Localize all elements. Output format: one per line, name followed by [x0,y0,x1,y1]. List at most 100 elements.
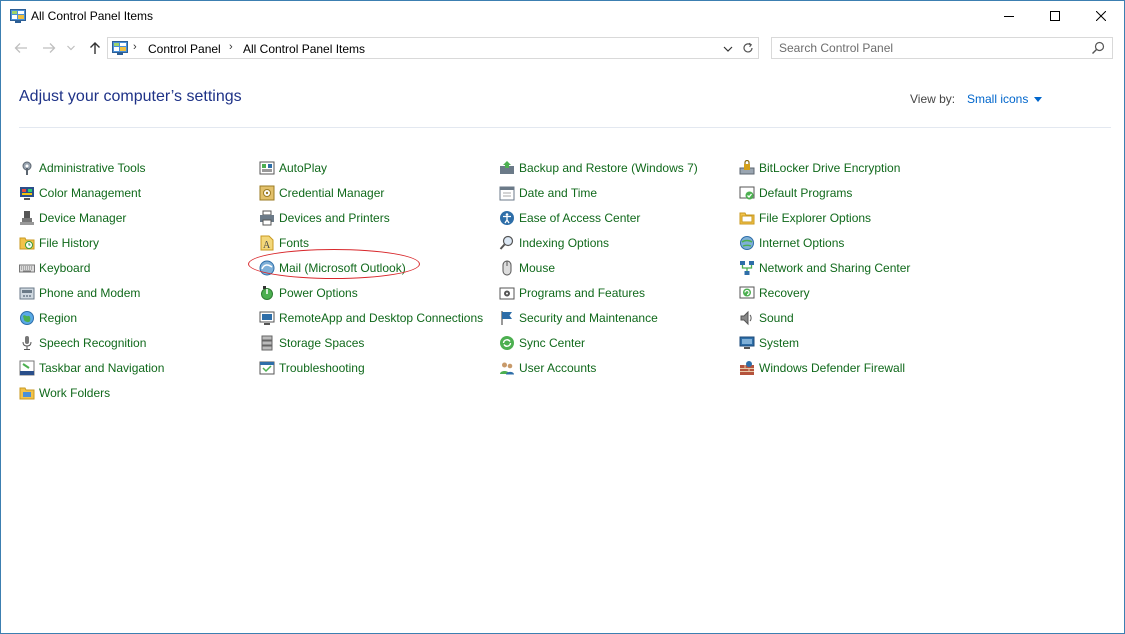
header-divider [19,127,1111,128]
user-accounts-icon [500,362,514,374]
microphone-icon [22,335,32,350]
control-panel-window: All Control Panel Items › Control Panel … [0,0,1125,634]
item-power-options[interactable]: Power Options [259,280,499,305]
search-input[interactable] [772,38,1089,58]
title-bar[interactable]: All Control Panel Items [1,1,1124,31]
file-history-icon [19,237,35,249]
item-troubleshooting[interactable]: Troubleshooting [259,355,499,380]
breadcrumb-control-panel[interactable]: Control Panel [148,42,221,56]
maximize-button[interactable] [1032,1,1078,31]
item-region[interactable]: Region [19,305,259,330]
item-recovery[interactable]: Recovery [739,280,979,305]
item-user-accounts[interactable]: User Accounts [499,355,739,380]
item-windows-defender-firewall[interactable]: Windows Defender Firewall [739,355,979,380]
flag-icon [501,310,512,325]
page-title: Adjust your computer’s settings [19,88,242,105]
firewall-icon [740,360,754,375]
item-sound[interactable]: Sound [739,305,979,330]
item-autoplay[interactable]: AutoPlay [259,155,499,180]
search-box[interactable] [771,37,1113,59]
item-bitlocker-drive-encryption[interactable]: BitLocker Drive Encryption [739,155,979,180]
taskbar-icon [19,360,35,375]
back-arrow-icon [14,43,27,53]
item-keyboard[interactable]: Keyboard [19,255,259,280]
backup-restore-icon [500,160,514,174]
item-storage-spaces[interactable]: Storage Spaces [259,330,499,355]
close-button[interactable] [1078,1,1124,31]
address-dropdown-icon[interactable] [721,42,735,56]
item-security-and-maintenance[interactable]: Security and Maintenance [499,305,739,330]
item-ease-of-access-center[interactable]: Ease of Access Center [499,205,739,230]
internet-options-icon [740,235,754,250]
forward-button[interactable] [40,39,58,57]
fonts-icon: A [260,235,274,251]
recent-locations-button[interactable] [64,39,78,57]
date-time-icon [499,186,515,200]
item-mail-microsoft-outlook[interactable]: Mail (Microsoft Outlook) [259,255,499,280]
breadcrumb-separator-icon[interactable]: › [229,41,233,53]
system-icon [739,336,755,349]
item-phone-and-modem[interactable]: Phone and Modem [19,280,259,305]
address-bar[interactable]: › Control Panel › All Control Panel Item… [107,37,759,59]
search-icon[interactable] [1091,41,1105,55]
mouse-icon [502,260,512,275]
keyboard-icon [19,264,35,272]
control-panel-icon [112,41,128,55]
back-button[interactable] [12,39,30,57]
item-color-management[interactable]: Color Management [19,180,259,205]
item-programs-and-features[interactable]: Programs and Features [499,280,739,305]
minimize-icon [1004,16,1014,17]
item-network-and-sharing-center[interactable]: Network and Sharing Center [739,255,979,280]
recovery-icon [739,286,755,298]
svg-text:A: A [263,240,271,251]
items-column-1: Administrative Tools Color Management De… [19,155,259,405]
minimize-button[interactable] [986,1,1032,31]
item-taskbar-and-navigation[interactable]: Taskbar and Navigation [19,355,259,380]
item-credential-manager[interactable]: Credential Manager [259,180,499,205]
up-button[interactable] [86,39,104,57]
items-column-3: Backup and Restore (Windows 7) Date and … [499,155,739,380]
refresh-button[interactable] [737,37,759,59]
sync-center-icon [500,335,514,350]
item-mouse[interactable]: Mouse [499,255,739,280]
speaker-icon [740,310,752,325]
item-default-programs[interactable]: Default Programs [739,180,979,205]
forward-arrow-icon [43,43,56,53]
item-sync-center[interactable]: Sync Center [499,330,739,355]
item-device-manager[interactable]: Device Manager [19,205,259,230]
item-backup-and-restore[interactable]: Backup and Restore (Windows 7) [499,155,739,180]
item-work-folders[interactable]: Work Folders [19,380,259,405]
item-administrative-tools[interactable]: Administrative Tools [19,155,259,180]
item-remoteapp-and-desktop-connections[interactable]: RemoteApp and Desktop Connections [259,305,499,330]
indexing-options-icon [499,235,514,250]
chevron-down-icon [67,45,75,51]
breadcrumb-separator-icon[interactable]: › [133,41,137,53]
maximize-icon [1050,11,1060,21]
item-internet-options[interactable]: Internet Options [739,230,979,255]
credential-manager-icon [259,185,275,200]
items-column-2: AutoPlay Credential Manager Devices and … [259,155,499,380]
item-speech-recognition[interactable]: Speech Recognition [19,330,259,355]
refresh-icon [742,42,753,53]
item-system[interactable]: System [739,330,979,355]
ease-of-access-icon [500,210,514,225]
item-file-history[interactable]: File History [19,230,259,255]
up-arrow-icon [90,42,100,54]
control-panel-icon [10,9,26,23]
item-indexing-options[interactable]: Indexing Options [499,230,739,255]
device-manager-icon [20,210,34,225]
item-devices-and-printers[interactable]: Devices and Printers [259,205,499,230]
view-by-label: View by: [910,92,956,106]
item-fonts[interactable]: A Fonts [259,230,499,255]
item-file-explorer-options[interactable]: File Explorer Options [739,205,979,230]
close-icon [1096,11,1106,21]
administrative-tools-icon [22,161,32,175]
programs-features-icon [499,287,515,299]
breadcrumb-all-items[interactable]: All Control Panel Items [243,42,365,56]
item-date-and-time[interactable]: Date and Time [499,180,739,205]
troubleshooting-icon [259,361,275,374]
items-column-4: BitLocker Drive Encryption Default Progr… [739,155,979,380]
remoteapp-icon [259,311,275,325]
mail-icon [259,260,275,275]
view-by-dropdown[interactable]: Small icons [967,92,1043,106]
